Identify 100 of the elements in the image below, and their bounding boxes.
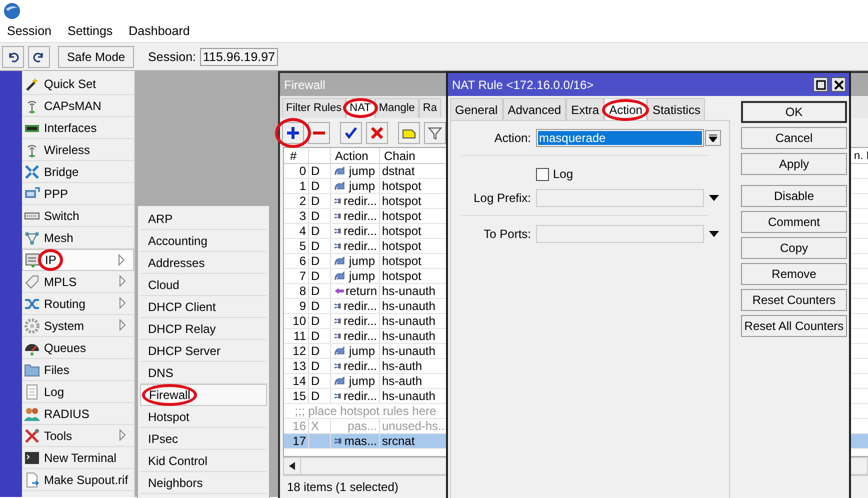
- submenu-item[interactable]: Kid Control: [140, 450, 267, 472]
- tab[interactable]: Statistics: [647, 98, 706, 120]
- sidebar-item[interactable]: System: [22, 315, 134, 337]
- comment-button[interactable]: [398, 122, 420, 144]
- maximize-button[interactable]: [813, 77, 828, 92]
- table-cell: 14: [284, 374, 309, 388]
- table-cell: 1: [284, 179, 309, 193]
- sidebar-item[interactable]: PPP: [22, 183, 134, 205]
- dialog-button[interactable]: Disable: [741, 185, 847, 207]
- tab[interactable]: Ra: [418, 98, 441, 118]
- sidebar-item[interactable]: Tools: [22, 425, 134, 447]
- disable-button[interactable]: [366, 122, 388, 144]
- filter-button[interactable]: [424, 122, 446, 144]
- remove-button[interactable]: [308, 122, 330, 144]
- sidebar-item[interactable]: MPLS: [22, 271, 134, 293]
- close-button[interactable]: [831, 77, 846, 92]
- enable-button[interactable]: [340, 122, 362, 144]
- dialog-button[interactable]: Reset All Counters: [741, 315, 847, 337]
- checkbox[interactable]: [536, 168, 549, 180]
- table-cell: redir...: [331, 299, 380, 313]
- input-field[interactable]: [536, 189, 704, 207]
- dropdown-arrow-icon: [709, 231, 719, 237]
- sidebar-item[interactable]: Interfaces: [22, 117, 134, 139]
- chip-icon: [25, 252, 41, 268]
- submenu-item[interactable]: Neighbors: [140, 472, 267, 494]
- table-cell: 8: [284, 284, 309, 298]
- sidebar-item[interactable]: Log: [22, 381, 134, 403]
- nodes-icon: [24, 230, 40, 246]
- safe-mode-button[interactable]: Safe Mode: [58, 46, 134, 68]
- logo-icon: [3, 2, 21, 20]
- redirect-icon: [334, 436, 344, 446]
- tab[interactable]: Mangle: [374, 98, 419, 118]
- sidebar-item[interactable]: Wireless: [22, 139, 134, 161]
- sidebar-item[interactable]: Files: [22, 359, 134, 381]
- tab[interactable]: Advanced: [502, 98, 566, 120]
- column-header[interactable]: #: [284, 148, 309, 163]
- table-cell: 12: [284, 344, 309, 358]
- table-cell: D: [309, 269, 331, 283]
- menu-item[interactable]: Settings: [67, 24, 113, 42]
- field-label: Log Prefix:: [472, 191, 531, 205]
- window-title: NAT Rule <172.16.0.0/16>: [452, 78, 595, 92]
- dialog-button[interactable]: Copy: [741, 237, 847, 259]
- undo-button[interactable]: [2, 46, 24, 68]
- submenu-item[interactable]: DHCP Relay: [140, 318, 267, 340]
- submenu-item[interactable]: DHCP Client: [140, 296, 267, 318]
- dropdown-button[interactable]: [705, 130, 721, 146]
- tab[interactable]: General: [450, 98, 503, 120]
- sidebar-item[interactable]: RADIUS: [22, 403, 134, 425]
- table-cell: D: [309, 254, 331, 268]
- dialog-button[interactable]: Remove: [741, 263, 847, 285]
- redirect-icon: [334, 226, 343, 236]
- sidebar-item[interactable]: Switch: [22, 205, 134, 227]
- menu-item[interactable]: Session: [7, 24, 52, 42]
- table-cell: redir...: [331, 314, 380, 328]
- submenu-item[interactable]: Hotspot: [140, 406, 267, 428]
- submenu-item[interactable]: Firewall: [140, 384, 267, 406]
- submenu-item[interactable]: Addresses: [140, 252, 267, 274]
- table-cell: redir...: [331, 224, 380, 238]
- redirect-icon: [334, 361, 343, 371]
- sidebar-item[interactable]: New Terminal: [22, 447, 134, 469]
- redirect-icon: [334, 331, 343, 341]
- table-cell: redir...: [331, 239, 380, 253]
- redirect-icon: [334, 211, 343, 221]
- select-field[interactable]: masquerade: [536, 129, 704, 147]
- session-field[interactable]: 115.96.19.97: [200, 48, 278, 66]
- submenu-item[interactable]: ARP: [140, 208, 267, 230]
- dialog-button[interactable]: Cancel: [741, 127, 847, 149]
- table-cell: redir...: [331, 329, 380, 343]
- sidebar-item[interactable]: CAPsMAN: [22, 95, 134, 117]
- sidebar-item[interactable]: Quick Set: [22, 73, 134, 95]
- input-field[interactable]: [536, 225, 704, 243]
- sidebar-item[interactable]: IP: [22, 249, 134, 271]
- column-header[interactable]: n. I: [850, 148, 868, 163]
- dialog-button[interactable]: Apply: [741, 153, 847, 175]
- table-cell: mas...: [331, 434, 380, 448]
- arrows-icon: [24, 164, 40, 180]
- tab[interactable]: Extra: [566, 98, 604, 120]
- submenu-item[interactable]: DHCP Server: [140, 340, 267, 362]
- sidebar-item[interactable]: Routing: [22, 293, 134, 315]
- dialog-button[interactable]: OK: [741, 101, 847, 123]
- menu-item[interactable]: Dashboard: [128, 24, 190, 42]
- redo-button[interactable]: [28, 46, 50, 68]
- table-cell: 15: [284, 389, 309, 403]
- undo-icon: [7, 50, 19, 62]
- field-label: Action:: [493, 131, 531, 145]
- submenu-item[interactable]: Cloud: [140, 274, 267, 296]
- table-cell: 5: [284, 239, 309, 253]
- table-cell: D: [309, 359, 331, 373]
- sidebar-item[interactable]: Bridge: [22, 161, 134, 183]
- submenu-item[interactable]: Accounting: [140, 230, 267, 252]
- table-cell: jump: [331, 269, 380, 283]
- people-icon: [24, 406, 40, 422]
- dialog-button[interactable]: Comment: [741, 211, 847, 233]
- tab[interactable]: Filter Rules: [282, 98, 346, 118]
- submenu-item[interactable]: IPsec: [140, 428, 267, 450]
- sidebar-item[interactable]: Queues: [22, 337, 134, 359]
- add-button[interactable]: [282, 122, 304, 144]
- dialog-button[interactable]: Reset Counters: [741, 289, 847, 311]
- sidebar-item[interactable]: Make Supout.rif: [22, 469, 134, 491]
- column-header[interactable]: Action: [331, 148, 380, 163]
